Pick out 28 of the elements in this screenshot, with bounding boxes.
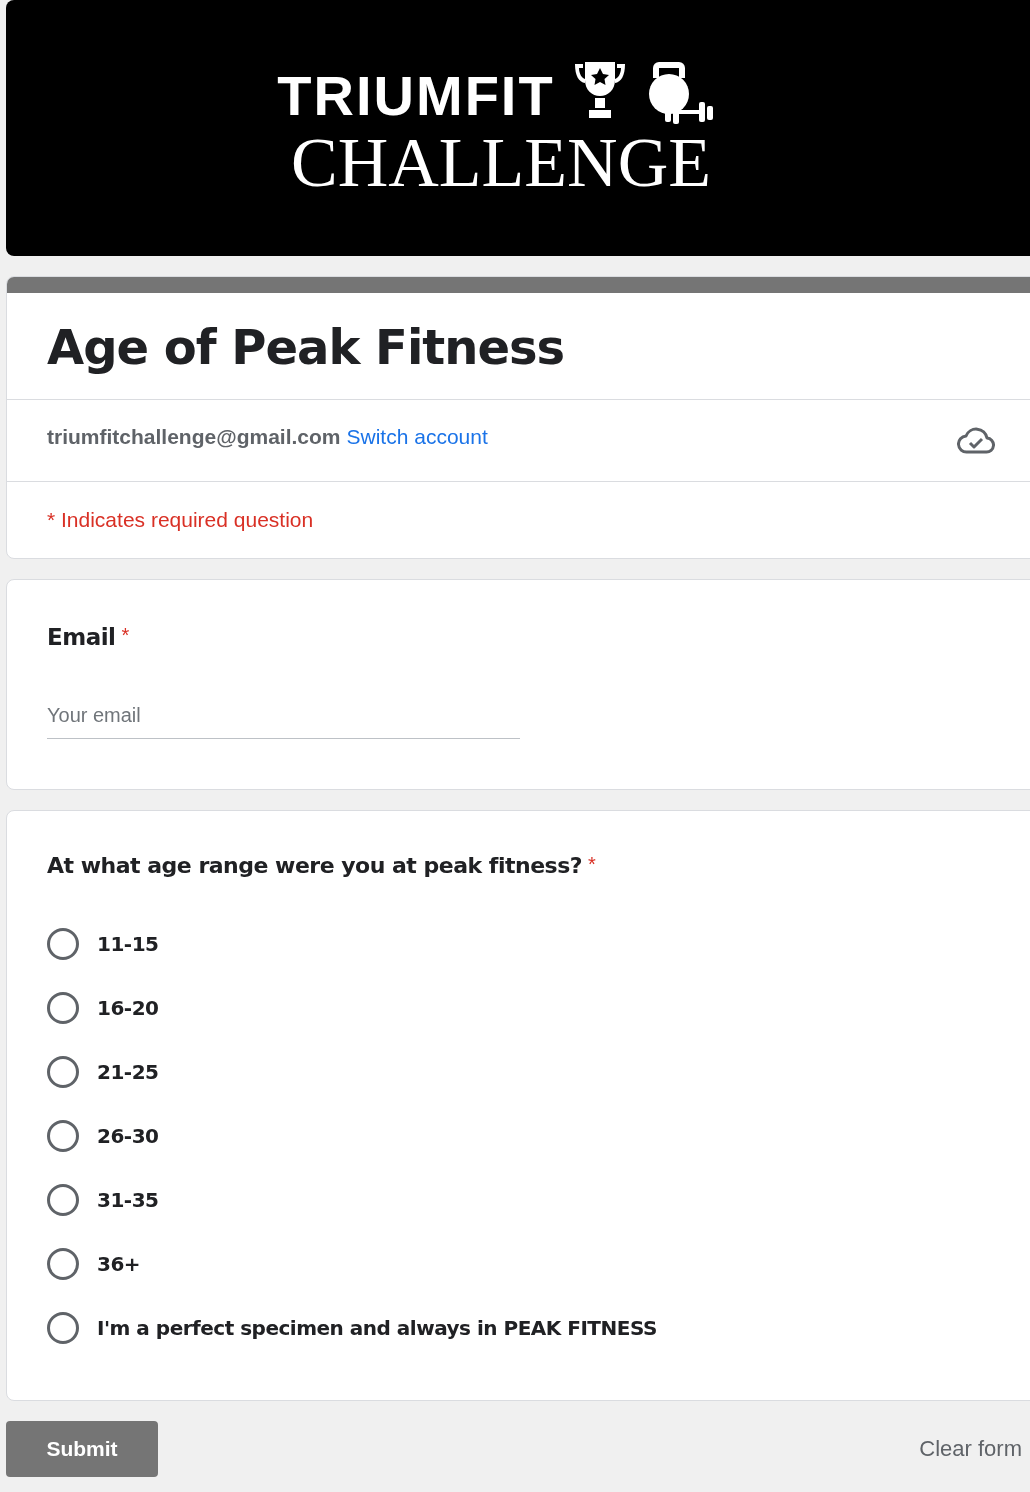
option-label: 21-25 [97,1058,159,1086]
required-asterisk: * [588,851,596,877]
switch-account-link[interactable]: Switch account [346,420,488,453]
required-asterisk: * [121,623,130,648]
option-label: 11-15 [97,930,159,958]
option-label: 36+ [97,1250,141,1278]
option-label: 16-20 [97,994,159,1022]
radio-button[interactable] [47,1055,79,1088]
radio-button[interactable] [47,1247,79,1280]
radio-button[interactable] [47,927,79,960]
logo-subtitle: CHALLENGE [291,128,711,198]
radio-button[interactable] [47,1119,79,1152]
account-email: triumfitchallenge@gmail.com [47,423,341,450]
logo-title: TRIUMFIT [277,68,555,124]
required-note: * Indicates required question [47,507,314,534]
radio-button[interactable] [47,991,79,1024]
question-label: Email [47,623,116,652]
submit-button[interactable]: Submit [6,1420,158,1477]
option-label: 26-30 [97,1122,159,1150]
clear-form-button[interactable]: Clear form [919,1432,1022,1465]
question-label: At what age range were you at peak fitness? [47,851,582,880]
option-label: I'm a perfect specimen and always in PEAK FITNESS [97,1314,657,1342]
option-label: 31-35 [97,1186,159,1214]
radio-button[interactable] [47,1183,79,1216]
radio-button[interactable] [47,1311,79,1344]
email-field[interactable]: Your email [47,699,520,739]
cloud-check-icon [957,426,995,455]
form-title: Age of Peak Fitness [47,319,565,375]
